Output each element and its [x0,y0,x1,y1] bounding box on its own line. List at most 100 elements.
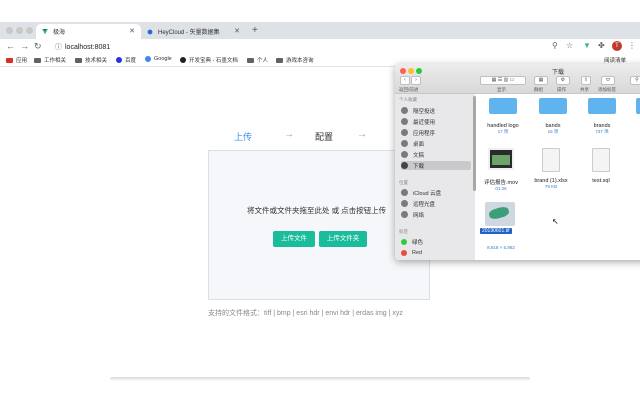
file-item[interactable]: test.sql [576,178,626,184]
favorites-header: 个人收藏 [399,97,417,102]
folder-icon [276,57,283,63]
upload-file-button[interactable]: 上传文件 [273,231,315,247]
file-item[interactable]: 评估报告.mov 01:26 [476,178,526,191]
disc-icon [401,200,408,207]
close-tab-icon[interactable]: ✕ [234,27,240,35]
folder-icon[interactable] [588,98,616,114]
reload-icon[interactable]: ↻ [34,41,42,52]
step-arrow: → [284,129,294,140]
upload-folder-button[interactable]: 上传文件夹 [319,231,367,247]
desktop-icon [401,140,408,147]
tag-icon[interactable]: ⬭ [601,76,615,85]
tab-title: 极海 [53,30,66,36]
image-thumbnail-icon[interactable] [485,202,515,226]
folder-icon [75,57,82,63]
globe-icon [401,211,408,218]
bookmark-apps[interactable]: 应用 [6,56,27,64]
sidebar-item-remote-disc[interactable]: 远程光盘 [401,199,471,208]
tab-title: HeyCloud - 矢量数据集 [158,30,220,36]
group-label: 群组 [534,87,543,92]
folder-icon[interactable] [636,98,640,114]
folder-icon[interactable] [489,98,517,114]
bottom-divider [110,377,530,381]
file-item[interactable]: brands 737 项 [577,123,627,135]
back-forward-label: 返回/前进 [399,87,419,92]
finder-file-grid: handled logo 17 项 bands 16 项 brands 737 … [476,94,640,260]
vue-devtools-icon[interactable]: ▼ [583,41,591,50]
close-tab-icon[interactable]: ✕ [129,27,135,35]
maximize-window-icon[interactable] [26,27,33,34]
tab-jihai[interactable]: 极海 ✕ [36,24,141,39]
video-thumbnail-icon[interactable] [488,148,514,170]
bookmark-personal[interactable]: 个人 [247,56,268,64]
folder-icon[interactable] [539,98,567,114]
bookmark-work[interactable]: 工作相关 [34,56,66,64]
reading-list[interactable]: 阅读清单 [604,56,626,64]
menu-icon[interactable]: ⋮ [628,41,636,50]
folder-icon [247,57,254,63]
view-label: 显示 [497,87,506,92]
tab-heycloud[interactable]: HeyCloud - 矢量数据集 ✕ [141,24,246,39]
document-icon [401,151,408,158]
forward-icon[interactable]: → [20,41,29,51]
new-tab-icon[interactable]: + [252,25,258,36]
sidebar-item-airdrop[interactable]: 隔空投送 [401,106,471,115]
bookmark-google[interactable]: Google [145,56,172,62]
cloud-icon [401,189,408,196]
minimize-window-icon[interactable] [16,27,23,34]
close-window-icon[interactable] [6,27,13,34]
spreadsheet-icon[interactable] [542,148,560,172]
sidebar-item-applications[interactable]: 应用程序 [401,128,471,137]
sidebar-item-desktop[interactable]: 桌面 [401,139,471,148]
vue-logo-icon [42,28,48,34]
finder-window: 下载 ‹ › 返回/前进 ▦ ☰ ▥ ▭ 显示 ▦ 群组 ⚙ 操作 ⇧ 共享 ⬭… [395,64,640,260]
back-icon[interactable]: ← [6,41,15,51]
browser-toolbar: ← → ↻ ⓘ localhost:8081 ⚲ ☆ ▼ ✤ T ⋮ [0,39,640,54]
shimo-icon [180,57,186,63]
heycloud-logo-icon [147,29,153,34]
file-item[interactable]: handled logo 17 项 [478,123,528,135]
file-item[interactable]: bands 16 项 [528,123,578,135]
extensions-icon[interactable]: ✤ [598,41,605,50]
sidebar-item-tag-red[interactable]: Red [401,248,471,257]
share-label: 共享 [580,87,589,92]
bookmark-shimo[interactable]: 开发宝典 - 石墨文档 [180,56,238,64]
finder-search-icon[interactable]: ⚲ [630,76,640,85]
sidebar-item-icloud[interactable]: iCloud 云盘 [401,188,471,197]
document-icon[interactable] [592,148,610,172]
group-button[interactable]: ▦ [534,76,548,85]
bookmark-tech[interactable]: 技术相关 [75,56,107,64]
finder-forward-button[interactable]: › [411,76,421,85]
finder-title: 下载 [552,70,565,76]
clock-icon [401,118,408,125]
tags-label: 添加标签 [598,87,616,92]
locations-header: 位置 [399,180,408,185]
finder-close-icon[interactable] [400,68,406,74]
finder-maximize-icon[interactable] [416,68,422,74]
avatar[interactable]: T [612,41,622,51]
step-arrow: → [357,129,367,140]
zoom-icon[interactable]: ⚲ [552,41,558,50]
sidebar-item-recents[interactable]: 最近使用 [401,117,471,126]
share-icon[interactable]: ⇧ [581,76,591,85]
step-upload: 上传 [234,132,253,142]
sidebar-item-documents[interactable]: 文稿 [401,150,471,159]
dropzone-hint: 将文件或文件夹拖至此处 或 点击按钮上传 [247,206,387,215]
green-tag-icon [401,238,407,245]
baidu-icon [116,57,122,63]
view-switcher[interactable]: ▦ ☰ ▥ ▭ [480,76,526,85]
bookmark-gaming-laptop[interactable]: 游戏本咨询 [276,56,314,64]
finder-toolbar: 下载 ‹ › 返回/前进 ▦ ☰ ▥ ▭ 显示 ▦ 群组 ⚙ 操作 ⇧ 共享 ⬭… [395,64,640,94]
address-bar[interactable]: ⓘ localhost:8081 [55,42,110,52]
sidebar-item-network[interactable]: 网络 [401,210,471,219]
file-item[interactable]: brand (1).xlsx 79 KB [526,178,576,189]
finder-minimize-icon[interactable] [408,68,414,74]
finder-sidebar: 个人收藏 隔空投送 最近使用 应用程序 桌面 文稿 下载 位置 iCloud 云… [395,94,475,260]
sidebar-item-tag-green[interactable]: 绿色 [401,237,471,246]
bookmark-baidu[interactable]: 百度 [116,56,136,64]
sidebar-item-downloads[interactable]: 下载 [401,161,471,170]
action-gear-icon[interactable]: ⚙ [556,76,570,85]
finder-back-button[interactable]: ‹ [400,76,410,85]
bookmark-star-icon[interactable]: ☆ [566,41,573,50]
selected-file-name[interactable]: 20190601.tif [480,228,512,234]
